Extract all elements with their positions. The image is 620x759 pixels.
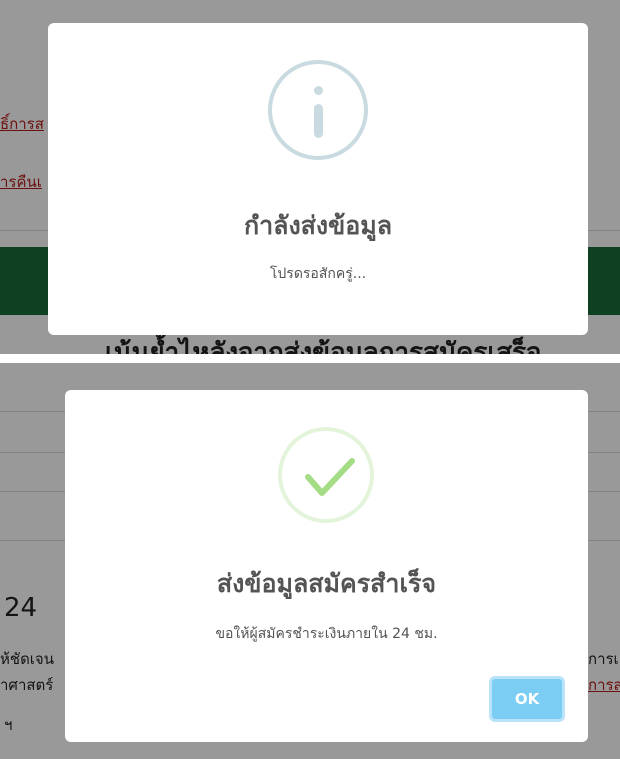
loading-dialog-screenshot: ธิ์การส ารคืนเ เน้นย้ำไหลังจากส่งข้อมูลก…	[0, 0, 620, 354]
dialog-text: โปรดรอสักครู่...	[269, 266, 367, 282]
loading-dialog: กำลังส่งข้อมูล โปรดรอสักครู่...	[48, 23, 588, 335]
dialog-title: ส่งข้อมูลสมัครสำเร็จ	[216, 569, 437, 598]
success-dialog: ส่งข้อมูลสมัครสำเร็จ ขอให้ผู้สมัครชำระเง…	[65, 390, 588, 742]
dialog-text: ขอให้ผู้สมัครชำระเงินภายใน 24 ชม.	[215, 626, 438, 642]
checkmark-svg	[305, 458, 355, 496]
success-dialog-screenshot: 24 ห้ชัดเจน าศาสตร์ การเ การส ฯ ส่งข้อมู…	[0, 363, 620, 759]
checkmark-icon	[278, 427, 374, 523]
info-icon	[268, 60, 368, 160]
dialog-title: กำลังส่งข้อมูล	[243, 211, 393, 240]
ok-button[interactable]: OK	[489, 676, 565, 722]
